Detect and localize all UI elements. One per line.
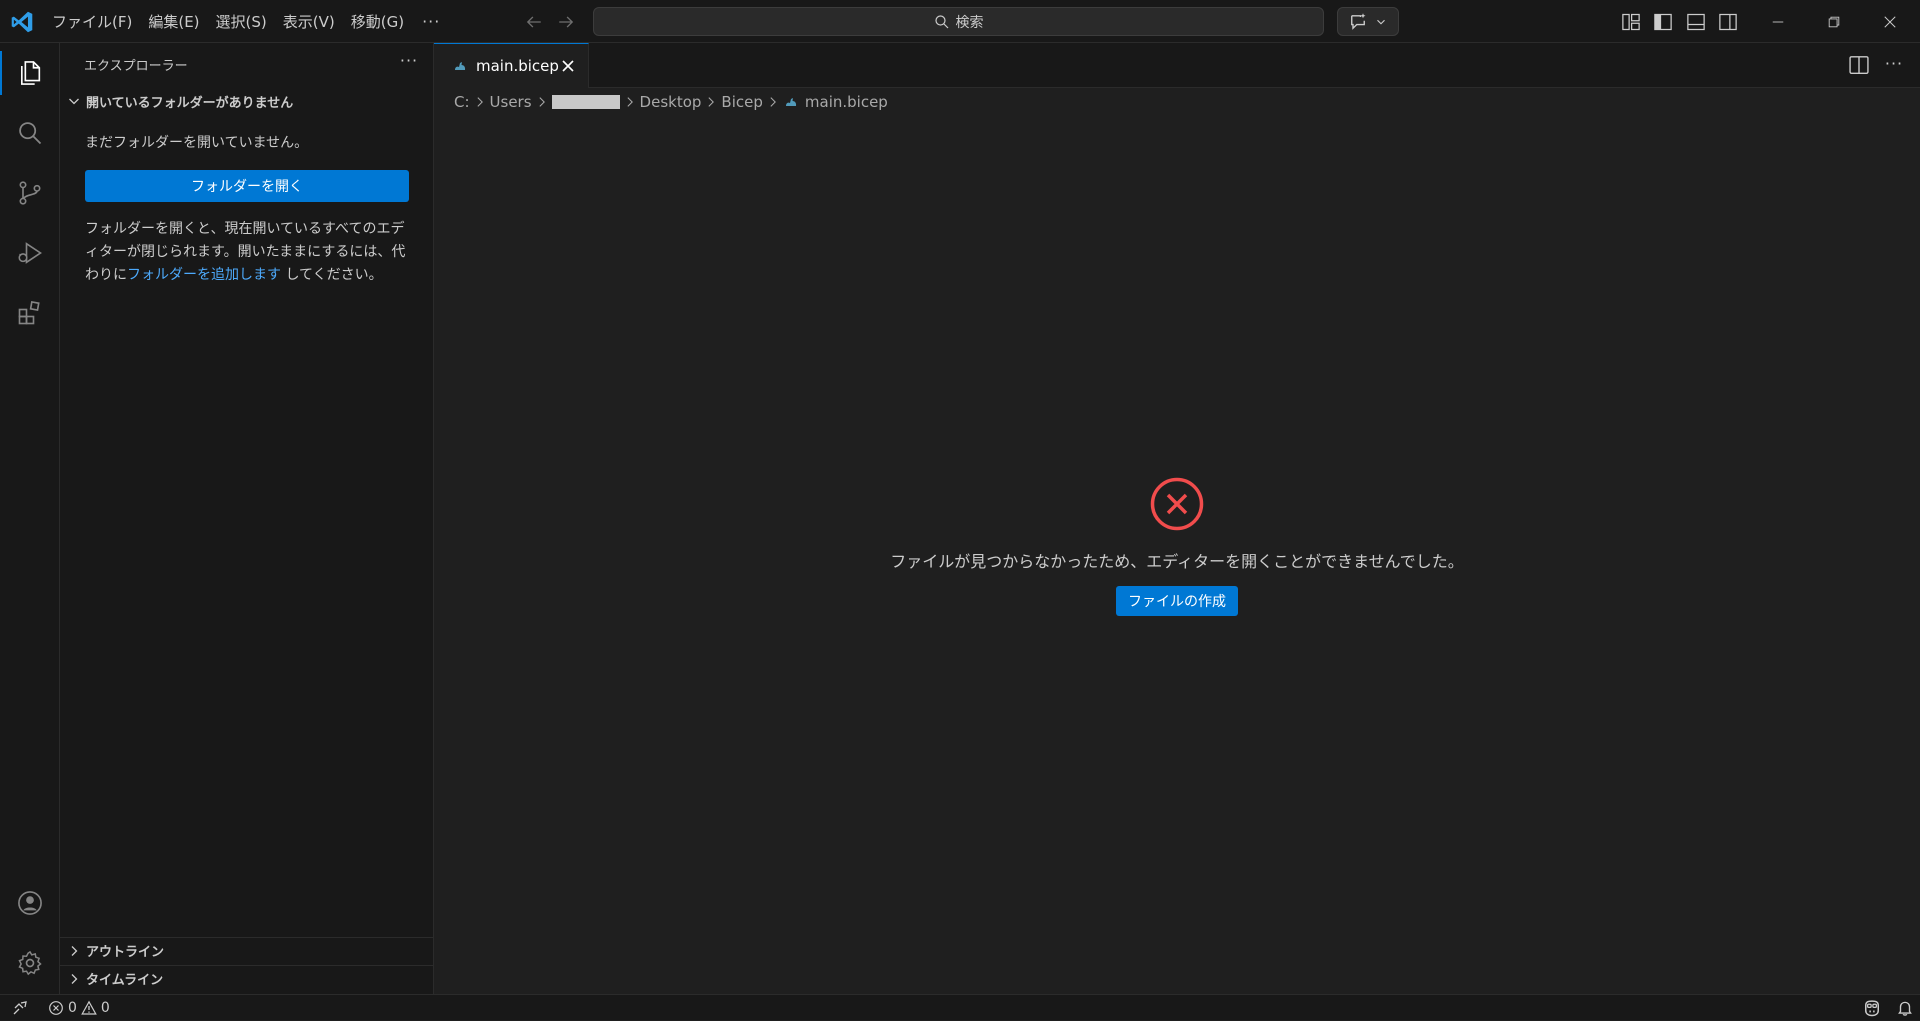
breadcrumb-username-redacted: [551, 95, 620, 109]
accounts-icon[interactable]: [0, 873, 60, 933]
chevron-down-icon: [66, 93, 82, 109]
tab-label: main.bicep: [476, 57, 559, 75]
vscode-logo-icon[interactable]: [9, 9, 35, 35]
activity-bar: [0, 43, 60, 994]
timeline-section-header[interactable]: タイムライン: [60, 965, 434, 991]
source-control-icon[interactable]: [0, 163, 60, 223]
close-window-icon[interactable]: [1862, 0, 1918, 43]
breadcrumb-file[interactable]: main.bicep: [805, 93, 888, 111]
search-icon: [934, 14, 950, 30]
warning-icon: [81, 1000, 97, 1016]
minimize-icon[interactable]: [1750, 0, 1806, 43]
restore-icon[interactable]: [1806, 0, 1862, 43]
customize-layout-icon[interactable]: [1619, 10, 1643, 34]
tab-main-bicep[interactable]: main.bicep: [434, 43, 589, 88]
outline-title: アウトライン: [86, 945, 165, 960]
breadcrumb-folder[interactable]: Bicep: [721, 93, 762, 111]
search-view-icon[interactable]: [0, 103, 60, 163]
error-message: ファイルが見つからなかったため、エディターを開くことができませんでした。: [890, 552, 1464, 571]
breadcrumb-drive[interactable]: C:: [454, 93, 470, 111]
toggle-primary-sidebar-icon[interactable]: [1651, 10, 1675, 34]
chevron-right-icon: [535, 95, 549, 109]
bicep-file-icon: [783, 94, 799, 110]
menu-selection[interactable]: 選択(S): [208, 7, 275, 36]
breadcrumb: C: Users Desktop Bicep main.bicep: [454, 90, 888, 114]
error-circle-icon: [1149, 476, 1205, 532]
menu-more-button[interactable]: ···: [412, 8, 450, 35]
editor-error-placeholder: ファイルが見つからなかったため、エディターを開くことができませんでした。 ファイ…: [434, 476, 1920, 616]
outline-section-header[interactable]: アウトライン: [60, 937, 434, 963]
status-right-items: [1862, 995, 1914, 1021]
title-bar: ファイル(F) 編集(E) 選択(S) 表示(V) 移動(G) ··· 検索: [0, 0, 1920, 43]
explorer-icon[interactable]: [0, 43, 60, 103]
chevron-right-icon: [473, 95, 487, 109]
toggle-panel-icon[interactable]: [1684, 10, 1708, 34]
warning-count: 0: [100, 999, 110, 1016]
menu-file[interactable]: ファイル(F): [44, 7, 140, 36]
editor-tab-bar: main.bicep ···: [434, 43, 1920, 88]
notifications-bell-icon[interactable]: [1896, 999, 1914, 1017]
menu-go[interactable]: 移動(G): [343, 7, 412, 36]
bicep-file-icon: [452, 58, 468, 74]
section-title: 開いているフォルダーがありません: [86, 95, 294, 111]
forward-arrow-icon[interactable]: [553, 9, 579, 35]
run-debug-icon[interactable]: [0, 223, 60, 283]
copilot-chat-button[interactable]: [1337, 7, 1399, 36]
breadcrumb-users[interactable]: Users: [490, 93, 532, 111]
sidebar-more-actions-button[interactable]: ···: [396, 51, 422, 77]
split-editor-icon[interactable]: [1848, 54, 1872, 78]
chevron-right-icon: [623, 95, 637, 109]
settings-gear-icon[interactable]: [0, 933, 60, 993]
toggle-secondary-sidebar-icon[interactable]: [1716, 10, 1740, 34]
back-arrow-icon[interactable]: [521, 9, 547, 35]
menu-view[interactable]: 表示(V): [275, 7, 343, 36]
chat-sparkle-icon: [1348, 12, 1368, 32]
command-center-search[interactable]: 検索: [593, 7, 1324, 36]
chevron-right-icon: [766, 95, 780, 109]
menu-bar: ファイル(F) 編集(E) 選択(S) 表示(V) 移動(G) ···: [44, 0, 450, 43]
editor-more-actions-button[interactable]: ···: [1882, 54, 1906, 78]
no-folder-section-header[interactable]: 開いているフォルダーがありません: [60, 88, 434, 114]
status-bar: 0 0: [0, 994, 1920, 1020]
create-file-button[interactable]: ファイルの作成: [1116, 586, 1238, 616]
error-count: 0: [68, 999, 77, 1016]
chevron-down-icon: [1374, 15, 1388, 29]
remote-connection-icon[interactable]: [0, 995, 40, 1021]
open-folder-info: フォルダーを開くと、現在開いているすべてのエディターが閉じられます。開いたままに…: [85, 218, 415, 287]
chevron-right-icon: [66, 943, 82, 959]
timeline-title: タイムライン: [86, 973, 164, 988]
info-suffix: してください。: [281, 267, 383, 283]
no-folder-message: まだフォルダーを開いていません。: [85, 135, 309, 151]
chevron-right-icon: [704, 95, 718, 109]
add-folder-link[interactable]: フォルダーを追加します: [127, 267, 281, 283]
extensions-icon[interactable]: [0, 283, 60, 343]
chevron-right-icon: [66, 971, 82, 987]
copilot-icon[interactable]: [1862, 998, 1882, 1018]
problems-indicator[interactable]: 0 0: [40, 1000, 110, 1016]
sidebar-title: エクスプローラー: [84, 59, 188, 74]
error-icon: [48, 1000, 64, 1016]
breadcrumb-desktop[interactable]: Desktop: [640, 93, 702, 111]
menu-edit[interactable]: 編集(E): [140, 7, 207, 36]
explorer-sidebar: エクスプローラー ··· 開いているフォルダーがありません まだフォルダーを開い…: [60, 43, 434, 994]
search-placeholder: 検索: [955, 14, 984, 31]
close-tab-icon[interactable]: [558, 56, 578, 76]
open-folder-button[interactable]: フォルダーを開く: [85, 170, 409, 202]
